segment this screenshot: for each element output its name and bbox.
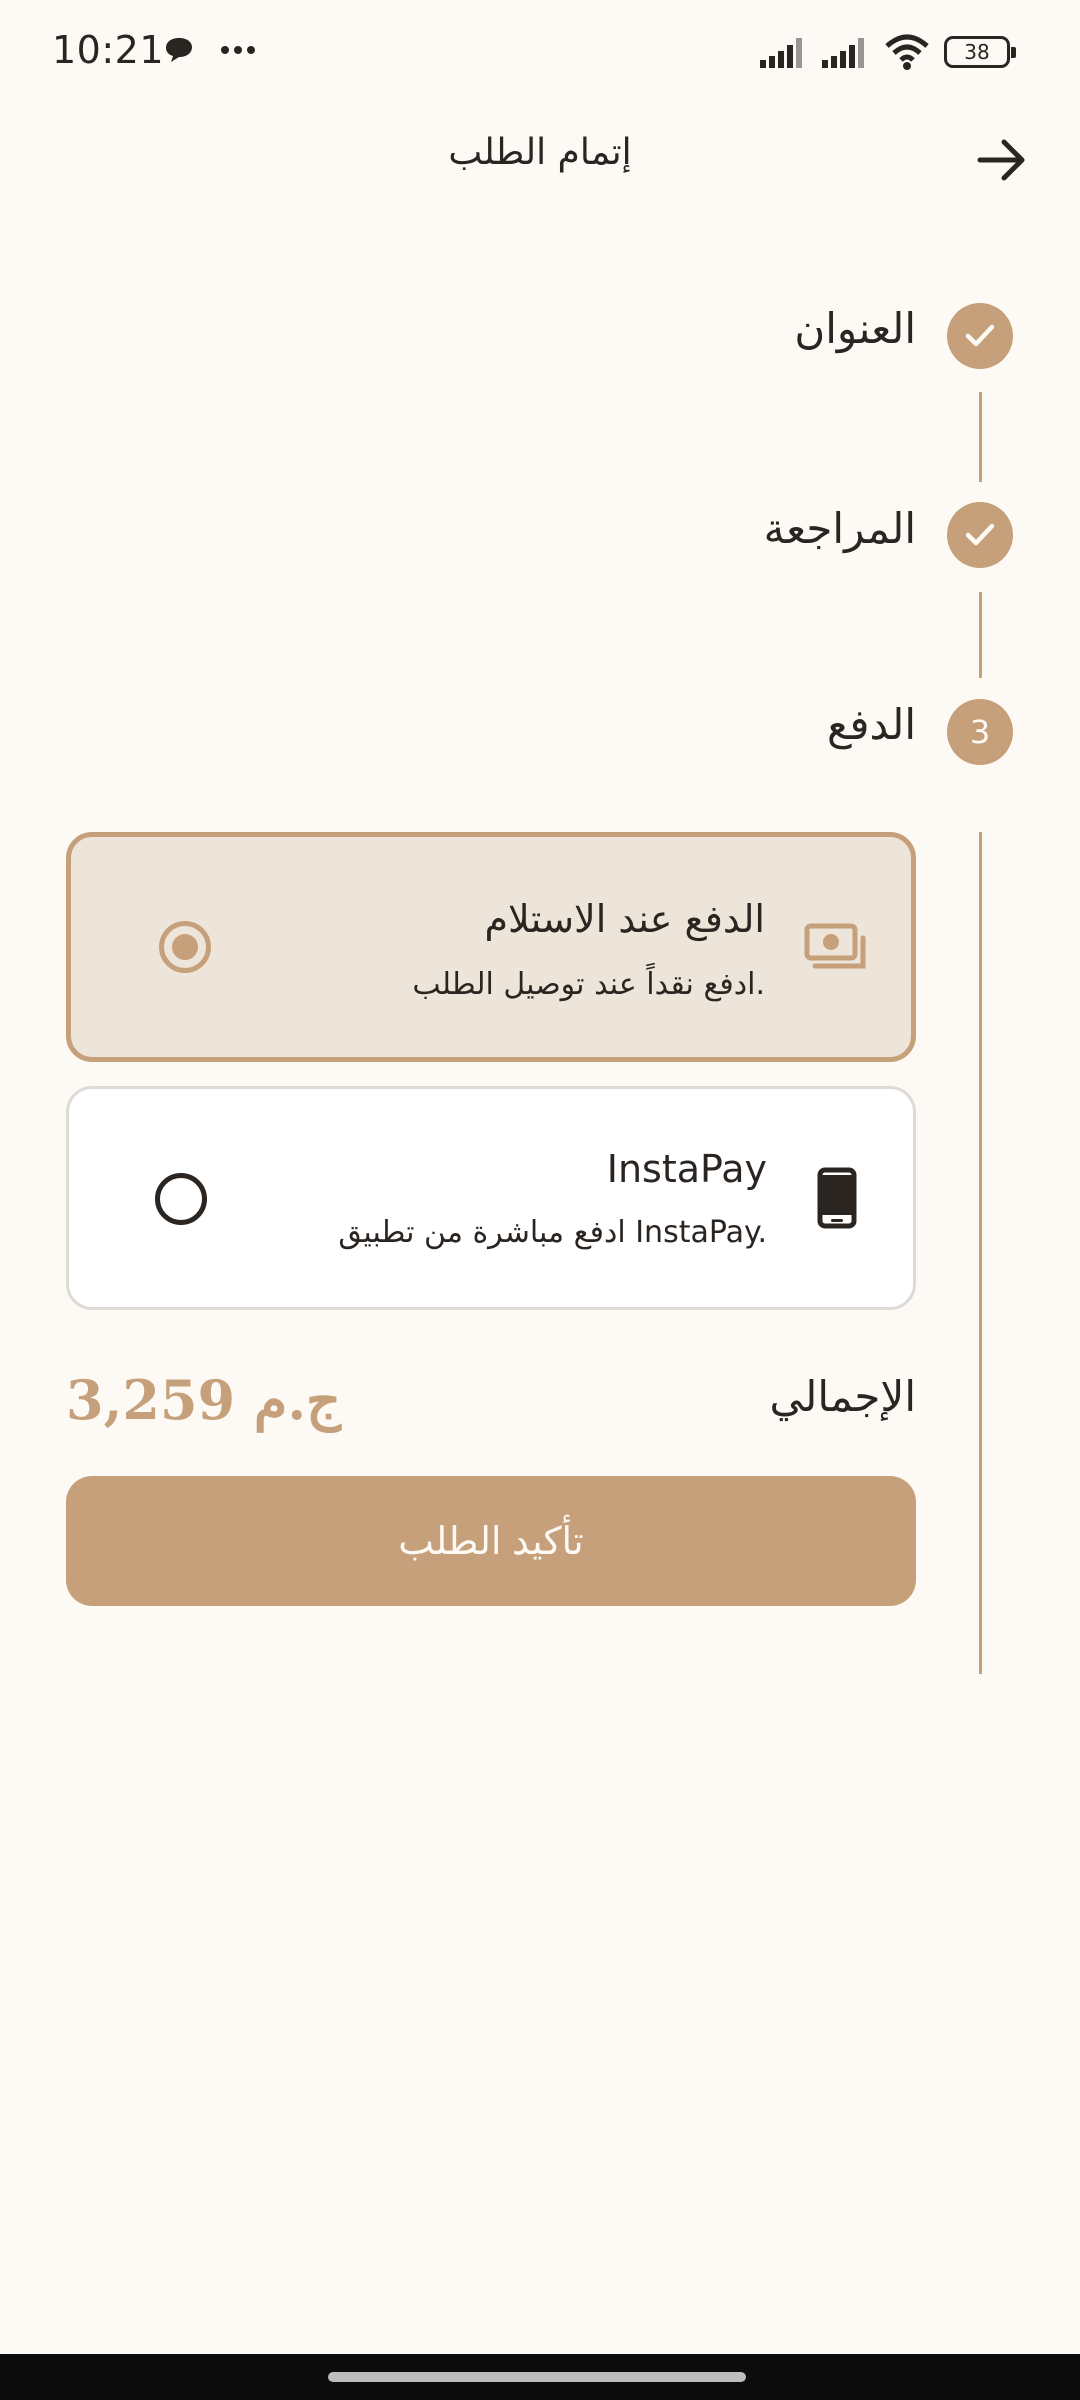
confirm-order-button[interactable]: تأكيد الطلب (66, 1476, 916, 1606)
total-label: الإجمالي (769, 1372, 916, 1421)
cash-icon (804, 923, 866, 969)
step-active-payment: 3 (947, 699, 1013, 765)
signal-icon (760, 38, 802, 68)
step-connector (979, 392, 982, 482)
wifi-icon (885, 34, 929, 70)
payment-option-cod[interactable]: الدفع عند الاستلام ادفع نقداً عند توصيل … (66, 832, 916, 1062)
step-label-address: العنوان (794, 304, 916, 353)
step-done-review (947, 502, 1013, 568)
more-dots-icon (221, 46, 255, 54)
check-icon (965, 324, 995, 347)
status-system-icons: 38 (760, 34, 1016, 70)
status-notification-icons (164, 36, 256, 64)
step-label-payment: الدفع (827, 700, 916, 749)
radio-unselected[interactable] (155, 1173, 207, 1225)
signal-icon (822, 38, 864, 68)
home-indicator[interactable] (328, 2372, 746, 2382)
arrow-right-icon[interactable] (974, 132, 1030, 188)
step-done-address (947, 303, 1013, 369)
payment-option-description: ادفع مباشرة من تطبيق InstaPay. (338, 1215, 767, 1250)
step-connector (979, 592, 982, 678)
total-value: 3,259 ج.م (66, 1368, 341, 1432)
payment-option-title: الدفع عند الاستلام (484, 897, 765, 941)
check-icon (965, 523, 995, 546)
battery-icon: 38 (944, 36, 1016, 68)
step-number: 3 (969, 713, 991, 751)
step-content-line (979, 832, 982, 1674)
status-time: 10:21 (52, 28, 165, 72)
radio-selected[interactable] (159, 921, 211, 973)
phone-icon (817, 1167, 857, 1229)
payment-option-title: InstaPay (606, 1147, 767, 1191)
payment-option-description: ادفع نقداً عند توصيل الطلب. (412, 967, 765, 1002)
payment-option-instapay[interactable]: InstaPay ادفع مباشرة من تطبيق InstaPay. (66, 1086, 916, 1310)
page-title: إتمام الطلب (448, 132, 632, 173)
battery-level: 38 (964, 40, 990, 64)
step-label-review: المراجعة (763, 504, 916, 553)
chat-bubble-icon (166, 38, 192, 62)
